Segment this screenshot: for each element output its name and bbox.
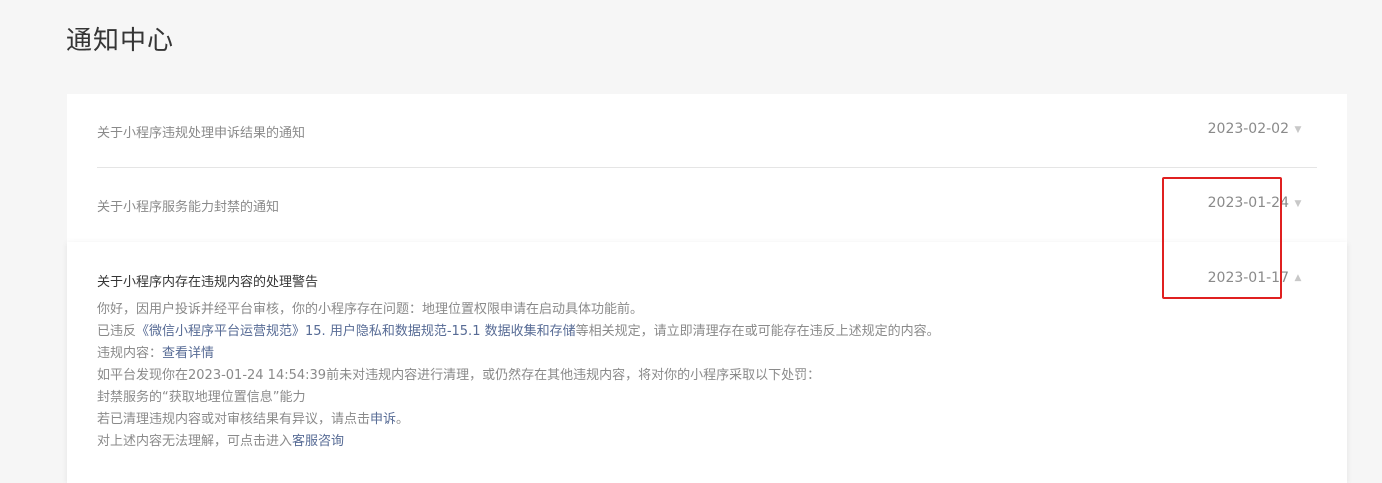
notice-title: 关于小程序违规处理申诉结果的通知	[97, 126, 306, 141]
notice-date: 2023-02-02	[1207, 121, 1289, 137]
chevron-down-icon[interactable]: ▼	[1293, 199, 1303, 209]
notice-item[interactable]: 关于小程序服务能力封禁的通知 2023-01-24 ▼	[97, 168, 1317, 242]
notice-line: 你好，因用户投诉并经平台审核，你的小程序存在问题：地理位置权限申请在启动具体功能…	[97, 299, 1277, 321]
notice-text: 违规内容：	[97, 346, 163, 361]
notice-text: 等相关规定，请立即清理存在或可能存在违反上述规定的内容。	[575, 324, 940, 339]
rules-link[interactable]: 《微信小程序平台运营规范》15. 用户隐私和数据规范-15.1 数据收集和存储	[136, 324, 576, 339]
notice-line: 对上述内容无法理解，可点击进入客服咨询	[97, 431, 1277, 453]
notice-title: 关于小程序内存在违规内容的处理警告	[97, 275, 319, 290]
appeal-link[interactable]: 申诉	[370, 412, 396, 427]
notice-text: 封禁服务的“获取地理位置信息”能力	[97, 390, 306, 405]
notice-text: 对上述内容无法理解，可点击进入	[97, 434, 293, 449]
customer-service-link[interactable]: 客服咨询	[292, 434, 344, 449]
notice-text: 。	[396, 412, 410, 427]
chevron-down-icon[interactable]: ▼	[1293, 125, 1303, 135]
notice-text: 你好，因用户投诉并经平台审核，你的小程序存在问题：地理位置权限申请在启动具体功能…	[97, 302, 644, 317]
view-details-link[interactable]: 查看详情	[162, 346, 214, 361]
notice-line: 如平台发现你在2023-01-24 14:54:39前未对违规内容进行清理，或仍…	[97, 365, 1277, 387]
notice-text: 已违反	[97, 324, 137, 339]
notice-date: 2023-01-24	[1207, 195, 1289, 211]
notice-list: 关于小程序违规处理申诉结果的通知 2023-02-02 ▼ 关于小程序服务能力封…	[67, 94, 1347, 483]
notice-line: 封禁服务的“获取地理位置信息”能力	[97, 387, 1277, 409]
notice-text: 如平台发现你在2023-01-24 14:54:39前未对违规内容进行清理，或仍…	[97, 368, 821, 383]
chevron-up-icon[interactable]: ▲	[1293, 273, 1303, 283]
notice-title: 关于小程序服务能力封禁的通知	[97, 200, 280, 215]
notice-line: 若已清理违规内容或对审核结果有异议，请点击申诉。	[97, 409, 1277, 431]
notice-date: 2023-01-17	[1207, 270, 1289, 286]
page-title: 通知中心	[66, 26, 175, 56]
notice-line: 已违反《微信小程序平台运营规范》15. 用户隐私和数据规范-15.1 数据收集和…	[97, 321, 1277, 343]
notice-text: 若已清理违规内容或对审核结果有异议，请点击	[97, 412, 371, 427]
notice-body: 你好，因用户投诉并经平台审核，你的小程序存在问题：地理位置权限申请在启动具体功能…	[97, 299, 1277, 453]
notice-item[interactable]: 关于小程序违规处理申诉结果的通知 2023-02-02 ▼	[97, 94, 1317, 168]
notice-line: 违规内容：查看详情	[97, 343, 1277, 365]
notice-item-expanded[interactable]: 关于小程序内存在违规内容的处理警告 2023-01-17 ▲ 你好，因用户投诉并…	[67, 242, 1347, 483]
